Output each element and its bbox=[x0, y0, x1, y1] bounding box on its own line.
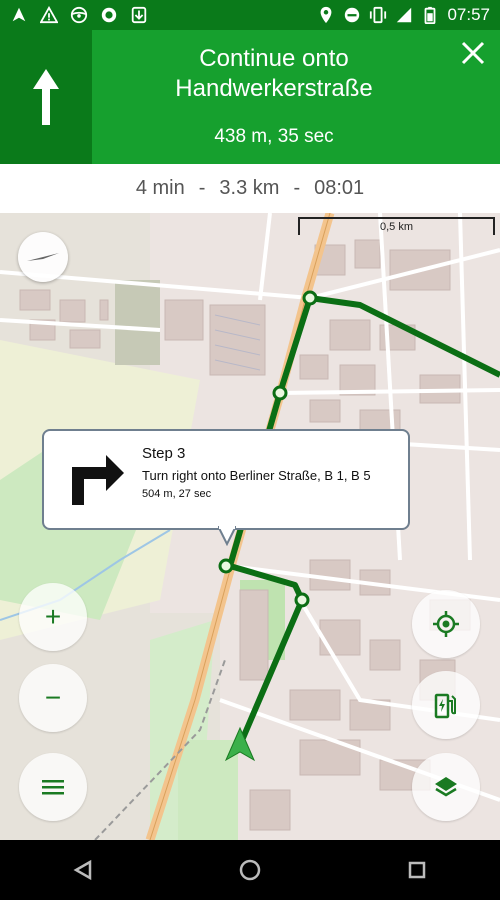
summary-separator: - bbox=[293, 177, 301, 199]
signal-icon bbox=[397, 7, 412, 23]
summary-separator: - bbox=[198, 177, 206, 199]
layers-button[interactable] bbox=[412, 753, 480, 821]
battery-icon bbox=[425, 6, 436, 24]
app-root: 07:57 Continue onto Handwerkerstraße 438… bbox=[0, 0, 500, 900]
back-icon[interactable] bbox=[72, 859, 94, 881]
turn-right-icon bbox=[72, 455, 124, 505]
instruction-text: Continue onto Handwerkerstraße bbox=[92, 44, 456, 104]
compass-icon bbox=[27, 253, 59, 261]
navigation-icon bbox=[12, 7, 26, 22]
status-right-icons: 07:57 bbox=[317, 5, 490, 25]
menu-icon bbox=[42, 780, 64, 795]
close-icon bbox=[461, 41, 485, 65]
navigation-header[interactable]: Continue onto Handwerkerstraße 438 m, 35… bbox=[0, 30, 500, 164]
zoom-in-label: + bbox=[44, 601, 62, 632]
summary-duration: 4 min bbox=[135, 177, 185, 199]
my-location-icon bbox=[433, 611, 459, 637]
zoom-in-button[interactable]: + bbox=[19, 583, 87, 651]
steering-wheel-icon bbox=[70, 6, 88, 24]
instruction-line2: Handwerkerstraße bbox=[175, 75, 373, 102]
do-not-disturb-icon bbox=[345, 7, 360, 23]
summary-distance: 3.3 km bbox=[219, 177, 280, 199]
charging-station-button[interactable] bbox=[412, 671, 480, 739]
route-summary[interactable]: 4 min - 3.3 km - 08:01 bbox=[0, 164, 500, 213]
compass-button[interactable] bbox=[18, 232, 68, 282]
callout-instruction: Turn right onto Berliner Straße, B 1, B … bbox=[142, 468, 371, 483]
direction-box bbox=[0, 30, 92, 164]
instruction-line1: Continue onto bbox=[199, 45, 349, 72]
callout-step: Step 3 bbox=[142, 445, 186, 462]
callout-pointer bbox=[218, 526, 236, 546]
layers-icon bbox=[435, 777, 457, 797]
straight-arrow-icon bbox=[33, 69, 59, 125]
osmand-icon bbox=[101, 7, 117, 23]
menu-button[interactable] bbox=[19, 753, 87, 821]
scale-label: 0,5 km bbox=[379, 221, 413, 233]
status-left-icons bbox=[10, 6, 148, 24]
step-callout[interactable]: Step 3 Turn right onto Berliner Straße, … bbox=[42, 429, 410, 530]
warning-icon bbox=[40, 6, 58, 24]
summary-arrival: 08:01 bbox=[314, 177, 365, 199]
download-icon bbox=[131, 6, 147, 24]
status-bar: 07:57 bbox=[0, 0, 500, 30]
status-time: 07:57 bbox=[447, 5, 490, 24]
home-icon[interactable] bbox=[238, 858, 262, 882]
recents-icon[interactable] bbox=[406, 859, 428, 881]
vibrate-icon bbox=[370, 6, 387, 24]
map-scale-bar: 0,5 km bbox=[298, 217, 495, 235]
charging-station-icon bbox=[434, 693, 456, 719]
system-navigation-bar bbox=[0, 840, 500, 900]
callout-distance: 504 m, 27 sec bbox=[142, 488, 212, 500]
my-location-button[interactable] bbox=[412, 590, 480, 658]
instruction-distance: 438 m, 35 sec bbox=[214, 126, 334, 147]
zoom-out-button[interactable]: − bbox=[19, 664, 87, 732]
location-pin-icon bbox=[321, 6, 332, 24]
close-button[interactable] bbox=[456, 36, 490, 70]
zoom-out-label: − bbox=[44, 682, 62, 713]
